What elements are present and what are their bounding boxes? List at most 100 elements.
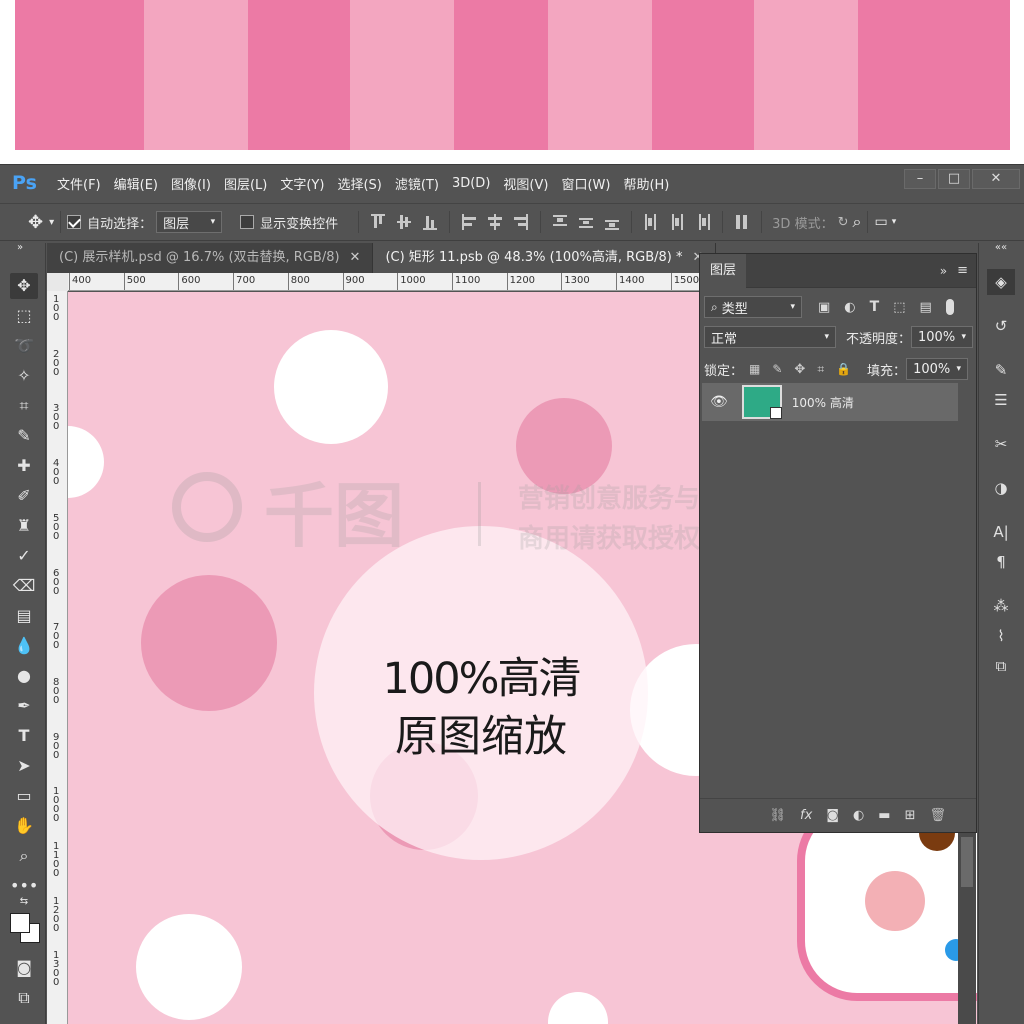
move-tool-icon[interactable]: ✥ [28, 212, 43, 233]
eyedropper-tool-icon[interactable]: ✎ [10, 423, 38, 449]
document-canvas-right[interactable] [699, 831, 977, 1024]
panel-expand-icon[interactable]: » [940, 264, 947, 278]
3d-rotate-icon[interactable]: ↻ [838, 215, 849, 230]
quick-mask-icon[interactable]: ◙ [10, 955, 38, 981]
scrollbar-thumb[interactable] [961, 837, 973, 887]
menu-image[interactable]: 图像(I) [171, 174, 211, 193]
search-icon[interactable]: ⌕ [852, 212, 861, 232]
distribute-right-icon[interactable] [696, 214, 711, 230]
layers-panel-icon[interactable]: ◈ [987, 269, 1015, 295]
color-panel-icon[interactable]: ◑ [987, 475, 1015, 501]
layer-row[interactable]: 👁 100% 高清 [702, 383, 958, 421]
menu-3d[interactable]: 3D(D) [452, 176, 490, 191]
lock-position-icon[interactable]: ✥ [794, 362, 805, 377]
menu-help[interactable]: 帮助(H) [623, 174, 669, 193]
eraser-tool-icon[interactable]: ⌫ [10, 573, 38, 599]
pen-tool-icon[interactable]: ✒ [10, 693, 38, 719]
layer-filter-dropdown[interactable]: ⌕ 类型 ▾ [704, 296, 802, 318]
brush-panel-icon[interactable]: ✎ [987, 357, 1015, 383]
vertical-scrollbar[interactable] [958, 833, 976, 1024]
link-layers-icon[interactable]: ⛓ [770, 808, 787, 823]
distribute-vcenter-icon[interactable] [579, 214, 594, 230]
character-panel-icon[interactable]: A| [987, 519, 1015, 545]
close-window-button[interactable]: ✕ [972, 169, 1020, 189]
menu-select[interactable]: 选择(S) [337, 174, 381, 193]
menu-layer[interactable]: 图层(L) [224, 174, 267, 193]
layers-tab[interactable]: 图层 [700, 253, 747, 288]
stamp-tool-icon[interactable]: ♜ [10, 513, 38, 539]
filter-toggle-icon[interactable] [945, 299, 954, 315]
adjustments-panel-icon[interactable]: ☰ [987, 387, 1015, 413]
new-layer-icon[interactable]: ⊞ [905, 808, 916, 823]
move-tool-icon[interactable]: ✥ [10, 273, 38, 299]
trash-icon[interactable]: 🗑 [929, 808, 946, 823]
filter-shape-icon[interactable]: ⬚ [893, 300, 905, 315]
marquee-tool-icon[interactable]: ⬚ [10, 303, 38, 329]
visibility-eye-icon[interactable]: 👁 [710, 394, 728, 410]
auto-align-icon[interactable] [735, 214, 749, 230]
close-icon[interactable]: ✕ [350, 250, 361, 265]
lock-pixels-icon[interactable]: ✎ [772, 362, 782, 376]
magic-wand-tool-icon[interactable]: ✧ [10, 363, 38, 389]
align-left-icon[interactable] [462, 214, 477, 230]
dodge-tool-icon[interactable]: ● [10, 663, 38, 689]
minimize-button[interactable]: – [904, 169, 936, 189]
align-right-icon[interactable] [514, 214, 529, 230]
tool-presets-icon[interactable]: ✂ [987, 431, 1015, 457]
fx-icon[interactable]: fx [800, 808, 812, 823]
filter-pixel-icon[interactable]: ▣ [818, 300, 830, 315]
dock-collapse-icon[interactable]: «« [987, 241, 1015, 255]
distribute-top-icon[interactable] [553, 214, 568, 230]
align-bottom-icon[interactable] [423, 214, 438, 230]
brush-tool-icon[interactable]: ✐ [10, 483, 38, 509]
libraries-panel-icon[interactable]: ⧉ [987, 653, 1015, 679]
add-mask-icon[interactable]: ◙ [826, 808, 839, 823]
blend-mode-dropdown[interactable]: 正常 ▾ [704, 326, 836, 348]
workspace-icon[interactable]: ▭ [874, 214, 887, 230]
crop-tool-icon[interactable]: ⌗ [10, 393, 38, 419]
tab-rectangle[interactable]: (C) 矩形 11.psb @ 48.3% (100%高清, RGB/8) * ✕ [373, 243, 717, 273]
tool-preset-chevron-icon[interactable]: ▾ [49, 217, 54, 228]
adjustment-layer-icon[interactable]: ◐ [853, 808, 864, 823]
history-panel-icon[interactable]: ↺ [987, 313, 1015, 339]
fill-field[interactable]: 100% ▾ [906, 358, 969, 380]
gradient-tool-icon[interactable]: ▤ [10, 603, 38, 629]
path-selection-tool-icon[interactable]: ➤ [10, 753, 38, 779]
align-hcenter-icon[interactable] [488, 214, 503, 230]
auto-select-checkbox[interactable] [67, 215, 82, 229]
opacity-field[interactable]: 100% ▾ [911, 326, 974, 348]
document-canvas[interactable]: 100%高清 原图缩放 千图 营销创意服务与协作平台 商用请获取授权 [68, 292, 699, 1024]
panel-menu-icon[interactable]: ≡ [957, 263, 968, 278]
menu-edit[interactable]: 编辑(E) [114, 174, 158, 193]
lock-all-icon[interactable]: 🔒 [836, 362, 851, 376]
distribute-left-icon[interactable] [644, 214, 658, 230]
lock-transparent-icon[interactable]: ▦ [749, 362, 760, 376]
filter-adjustment-icon[interactable]: ◐ [844, 300, 855, 315]
menu-type[interactable]: 文字(Y) [280, 174, 324, 193]
distribute-bottom-icon[interactable] [605, 214, 620, 230]
lock-artboard-icon[interactable]: ⌗ [817, 362, 824, 377]
history-brush-tool-icon[interactable]: ✓ [10, 543, 38, 569]
rectangle-tool-icon[interactable]: ▭ [10, 783, 38, 809]
blur-tool-icon[interactable]: 💧 [10, 633, 38, 659]
paths-panel-icon[interactable]: ⌇ [987, 623, 1015, 649]
hand-tool-icon[interactable]: ✋ [10, 813, 38, 839]
menu-view[interactable]: 视图(V) [503, 174, 548, 193]
folder-icon[interactable]: ▬ [878, 808, 890, 823]
healing-brush-tool-icon[interactable]: ✚ [10, 453, 38, 479]
filter-smart-object-icon[interactable]: ▤ [920, 300, 932, 315]
zoom-tool-icon[interactable]: ⌕ [10, 843, 38, 869]
paragraph-panel-icon[interactable]: ¶ [987, 549, 1015, 575]
tab-mockup[interactable]: (C) 展示样机.psd @ 16.7% (双击替换, RGB/8) ✕ [47, 243, 374, 273]
workspace-chevron-icon[interactable]: ▾ [892, 217, 897, 227]
menu-window[interactable]: 窗口(W) [561, 174, 610, 193]
screen-mode-icon[interactable]: ⧉ [10, 985, 38, 1011]
maximize-button[interactable]: □ [938, 169, 970, 189]
align-vcenter-icon[interactable] [397, 214, 412, 230]
show-transform-checkbox[interactable] [240, 215, 255, 229]
menu-file[interactable]: 文件(F) [57, 174, 101, 193]
menu-filter[interactable]: 滤镜(T) [395, 174, 439, 193]
channels-panel-icon[interactable]: ⁂ [987, 593, 1015, 619]
swap-colors-icon[interactable]: ⇆ [10, 895, 38, 909]
lasso-tool-icon[interactable]: ➰ [10, 333, 38, 359]
